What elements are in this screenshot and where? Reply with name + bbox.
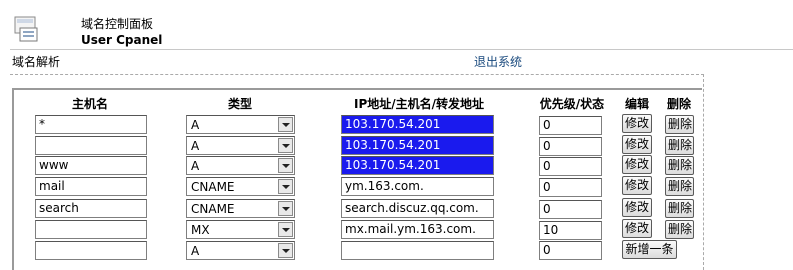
host-input[interactable]: *	[35, 115, 147, 134]
dropdown-arrow-icon[interactable]	[278, 201, 293, 216]
dropdown-arrow-icon[interactable]	[278, 179, 293, 194]
col-header-delete: 删除	[666, 97, 691, 111]
type-select[interactable]: A	[186, 136, 295, 155]
dropdown-arrow-icon[interactable]	[278, 138, 293, 153]
type-select[interactable]: CNAME	[186, 177, 295, 196]
host-input[interactable]: www	[35, 156, 147, 175]
col-header-priority: 优先级/状态	[539, 97, 605, 111]
col-header-address: IP地址/主机名/转发地址	[353, 97, 485, 111]
edit-button[interactable]: 修改	[622, 198, 652, 217]
delete-button[interactable]: 删除	[665, 115, 694, 134]
address-input[interactable]: 103.170.54.201	[341, 136, 494, 155]
host-input[interactable]: search	[35, 199, 147, 218]
dropdown-arrow-icon[interactable]	[278, 222, 293, 237]
type-value: CNAME	[191, 180, 235, 194]
header-divider	[10, 49, 793, 50]
delete-button[interactable]: 删除	[665, 156, 694, 175]
edit-button[interactable]: 修改	[622, 114, 652, 133]
priority-input[interactable]: 0	[539, 178, 602, 197]
type-value: CNAME	[191, 202, 235, 216]
host-input[interactable]	[35, 136, 147, 155]
address-input[interactable]: ym.163.com.	[341, 177, 494, 196]
col-header-type: 类型	[227, 97, 252, 111]
type-select[interactable]: CNAME	[186, 199, 295, 218]
priority-input[interactable]: 0	[539, 137, 602, 156]
edit-button[interactable]: 修改	[622, 135, 652, 154]
delete-button[interactable]: 删除	[665, 177, 694, 196]
add-record-button[interactable]: 新增一条	[622, 240, 677, 259]
address-input[interactable]: 103.170.54.201	[341, 115, 494, 134]
logout-link[interactable]: 退出系统	[474, 53, 522, 70]
control-panel-icon	[14, 16, 38, 42]
dropdown-arrow-icon[interactable]	[278, 243, 293, 258]
type-select[interactable]: MX	[186, 220, 295, 239]
priority-input[interactable]: 0	[539, 157, 602, 176]
edit-button[interactable]: 修改	[622, 155, 652, 174]
page-header: 域名控制面板 User Cpanel	[0, 0, 793, 50]
priority-input[interactable]: 0	[539, 116, 602, 135]
priority-input[interactable]: 0	[539, 200, 602, 219]
page-title-en: User Cpanel	[81, 33, 163, 47]
delete-button[interactable]: 删除	[665, 220, 694, 239]
host-input[interactable]: mail	[35, 177, 147, 196]
page-title-cn: 域名控制面板	[81, 17, 154, 31]
host-input[interactable]	[35, 220, 147, 239]
dropdown-arrow-icon[interactable]	[278, 158, 293, 173]
type-value: A	[191, 139, 200, 153]
edit-button[interactable]: 修改	[622, 219, 652, 238]
address-input[interactable]: search.discuz.qq.com.	[341, 199, 494, 218]
edit-button[interactable]: 修改	[622, 176, 652, 195]
address-input[interactable]: mx.mail.ym.163.com.	[341, 220, 494, 239]
type-value: A	[191, 159, 200, 173]
type-select[interactable]: A	[186, 156, 295, 175]
priority-input[interactable]: 10	[539, 221, 602, 240]
new-address-input[interactable]	[341, 241, 494, 260]
type-value: A	[191, 244, 200, 258]
new-type-select[interactable]: A	[186, 241, 295, 260]
delete-button[interactable]: 删除	[665, 136, 694, 155]
dropdown-arrow-icon[interactable]	[278, 117, 293, 132]
new-host-input[interactable]	[35, 241, 147, 260]
delete-button[interactable]: 删除	[665, 199, 694, 218]
col-header-edit: 编辑	[624, 97, 649, 111]
type-value: A	[191, 118, 200, 132]
type-select[interactable]: A	[186, 115, 295, 134]
type-value: MX	[191, 223, 210, 237]
section-label: 域名解析	[12, 55, 61, 69]
col-header-host: 主机名	[71, 97, 108, 111]
address-input[interactable]: 103.170.54.201	[341, 156, 494, 175]
new-priority-input[interactable]: 0	[539, 241, 602, 260]
